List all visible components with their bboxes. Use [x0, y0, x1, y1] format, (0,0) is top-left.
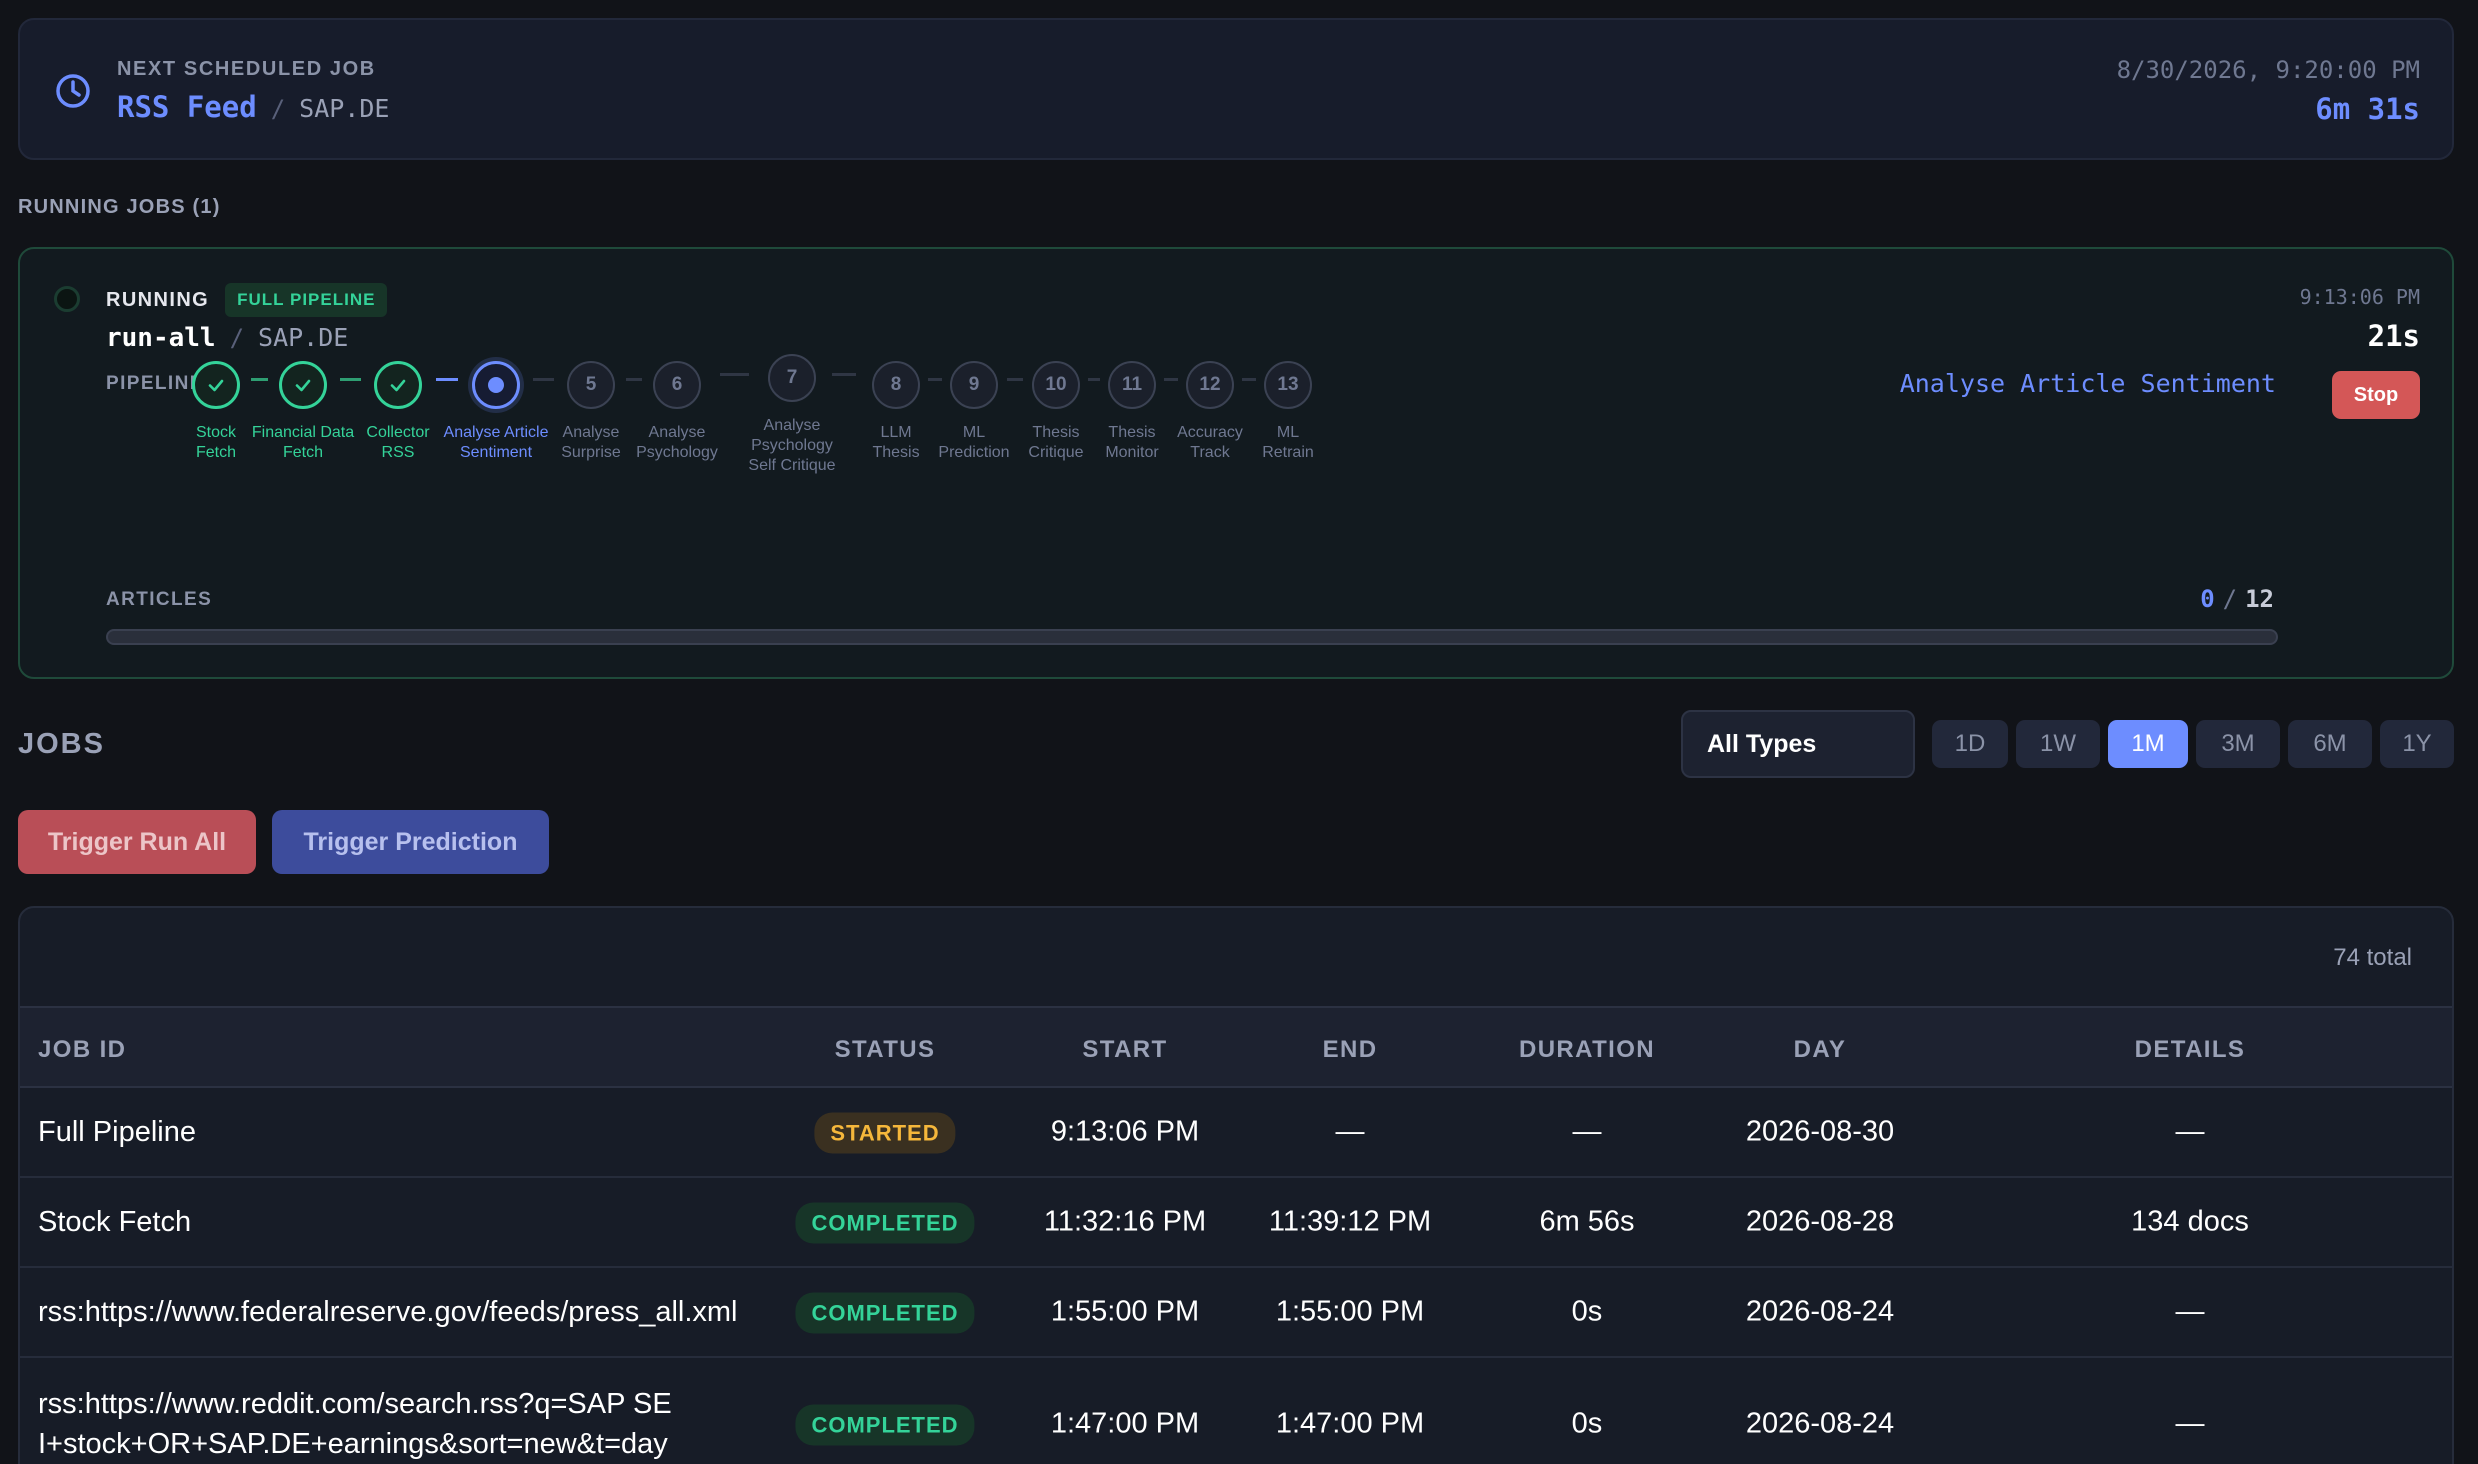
table-row[interactable]: Full Pipeline STARTED 9:13:06 PM — — 2026-08-…: [20, 1088, 2452, 1178]
running-job-title: run-all / SAP.DE: [106, 323, 348, 353]
articles-separator: /: [2222, 585, 2238, 613]
articles-progress-bar: [106, 629, 2278, 645]
articles-total: 12: [2245, 585, 2274, 613]
range-button-3m[interactable]: 3M: [2196, 720, 2280, 768]
step-number: 13: [1264, 361, 1312, 409]
cell-job-id: rss:https://www.reddit.com/search.rss?q=…: [38, 1388, 672, 1460]
running-job-card: RUNNING FULL PIPELINE run-all / SAP.DE 9…: [18, 247, 2454, 679]
status-badge: COMPLETED: [795, 1292, 975, 1334]
column-header-duration[interactable]: DURATION: [1519, 1036, 1655, 1064]
trigger-run-all-button[interactable]: Trigger Run All: [18, 810, 256, 874]
jobs-total-count: 74 total: [2333, 944, 2412, 971]
cell-duration: 0s: [1571, 1407, 1603, 1440]
cell-end: 1:55:00 PM: [1275, 1295, 1425, 1328]
cell-details: 134 docs: [2131, 1205, 2249, 1238]
cell-job-id: Stock Fetch: [38, 1206, 192, 1238]
running-jobs-label: RUNNING JOBS (1): [18, 196, 221, 218]
running-job-symbol: SAP.DE: [258, 323, 349, 352]
cell-end: 11:39:12 PM: [1268, 1205, 1432, 1238]
range-button-1y[interactable]: 1Y: [2380, 720, 2454, 768]
table-header: JOB ID STATUS START END DURATION DAY DETAILS: [20, 1006, 2452, 1088]
running-job-separator: /: [229, 324, 245, 352]
cell-details: —: [2175, 1407, 2205, 1440]
cell-day: 2026-08-28: [1745, 1205, 1895, 1238]
cell-day: 2026-08-30: [1745, 1115, 1895, 1148]
cell-day: 2026-08-24: [1745, 1295, 1895, 1328]
current-step-name: Analyse Article Sentiment: [1899, 369, 2276, 398]
articles-count: 0 / 12: [2200, 585, 2274, 613]
pipeline-step-label: ML Retrain: [1262, 424, 1314, 461]
cell-end: —: [1335, 1115, 1365, 1148]
next-job-symbol: SAP.DE: [299, 94, 390, 123]
stop-button[interactable]: Stop: [2332, 371, 2420, 419]
next-job-title: RSS Feed / SAP.DE: [117, 90, 389, 124]
cell-start: 1:47:00 PM: [1050, 1407, 1200, 1440]
running-job-name: run-all: [106, 323, 216, 353]
range-button-6m[interactable]: 6M: [2288, 720, 2372, 768]
pipeline-step-label: Analyse Psychology: [636, 424, 718, 461]
cell-start: 1:55:00 PM: [1050, 1295, 1200, 1328]
trigger-prediction-button[interactable]: Trigger Prediction: [272, 810, 549, 874]
running-status-text: RUNNING: [106, 288, 210, 311]
step-number: 7: [768, 354, 816, 402]
cell-details: —: [2175, 1115, 2205, 1148]
job-type-select[interactable]: All Types: [1681, 710, 1915, 778]
check-icon: [374, 361, 422, 409]
next-job-separator: /: [270, 95, 286, 123]
table-row[interactable]: rss:https://www.federalreserve.gov/feeds…: [20, 1268, 2452, 1358]
column-header-day[interactable]: DAY: [1794, 1036, 1847, 1064]
range-button-1m[interactable]: 1M: [2108, 720, 2188, 768]
cell-status: COMPLETED: [795, 1202, 975, 1244]
table-row[interactable]: rss:https://www.reddit.com/search.rss?q=…: [20, 1358, 2452, 1464]
cell-job-id: rss:https://www.federalreserve.gov/feeds…: [38, 1296, 738, 1328]
column-header-status[interactable]: STATUS: [835, 1036, 936, 1064]
cell-start: 9:13:06 PM: [1050, 1115, 1200, 1148]
running-job-start-time: 9:13:06 PM: [2299, 285, 2420, 309]
status-badge: COMPLETED: [795, 1202, 975, 1244]
cell-status: COMPLETED: [795, 1404, 975, 1446]
clock-icon: [56, 74, 90, 108]
jobs-title: JOBS: [18, 728, 105, 760]
column-header-job-id[interactable]: JOB ID: [38, 1036, 126, 1064]
cell-duration: 6m 56s: [1539, 1205, 1635, 1238]
column-header-start[interactable]: START: [1082, 1036, 1167, 1064]
cell-duration: —: [1572, 1115, 1602, 1148]
pipeline-type-badge: FULL PIPELINE: [225, 283, 388, 317]
running-job-status-row: RUNNING FULL PIPELINE: [106, 283, 388, 317]
articles-done: 0: [2200, 585, 2215, 613]
next-job-countdown: 6m 31s: [2315, 92, 2420, 126]
next-job-datetime: 8/30/2026, 9:20:00 PM: [2116, 56, 2420, 84]
running-job-elapsed: 21s: [2367, 319, 2420, 353]
column-header-details[interactable]: DETAILS: [2135, 1036, 2246, 1064]
next-scheduled-job-card: NEXT SCHEDULED JOB RSS Feed / SAP.DE 8/3…: [18, 18, 2454, 160]
pipeline-step-13: 13 ML Retrain: [1208, 361, 1368, 463]
articles-label: ARTICLES: [106, 589, 213, 610]
cell-job-id: Full Pipeline: [38, 1116, 196, 1148]
table-row[interactable]: Stock Fetch COMPLETED 11:32:16 PM 11:39:12 …: [20, 1178, 2452, 1268]
column-header-end[interactable]: END: [1323, 1036, 1378, 1064]
cell-end: 1:47:00 PM: [1275, 1407, 1425, 1440]
jobs-table: 74 total JOB ID STATUS START END DURATION DAY…: [18, 906, 2454, 1464]
range-button-1w[interactable]: 1W: [2016, 720, 2100, 768]
cell-duration: 0s: [1571, 1295, 1603, 1328]
cell-details: —: [2175, 1295, 2205, 1328]
next-job-label: NEXT SCHEDULED JOB: [117, 58, 376, 80]
cell-status: COMPLETED: [795, 1292, 975, 1334]
running-indicator-icon: [54, 286, 80, 312]
next-job-name: RSS Feed: [117, 90, 257, 124]
cell-start: 11:32:16 PM: [1043, 1205, 1207, 1238]
status-badge: COMPLETED: [795, 1404, 975, 1446]
range-button-1d[interactable]: 1D: [1932, 720, 2008, 768]
step-number: 6: [653, 361, 701, 409]
status-badge: STARTED: [814, 1112, 956, 1154]
cell-day: 2026-08-24: [1745, 1407, 1895, 1440]
cell-status: STARTED: [814, 1112, 956, 1154]
